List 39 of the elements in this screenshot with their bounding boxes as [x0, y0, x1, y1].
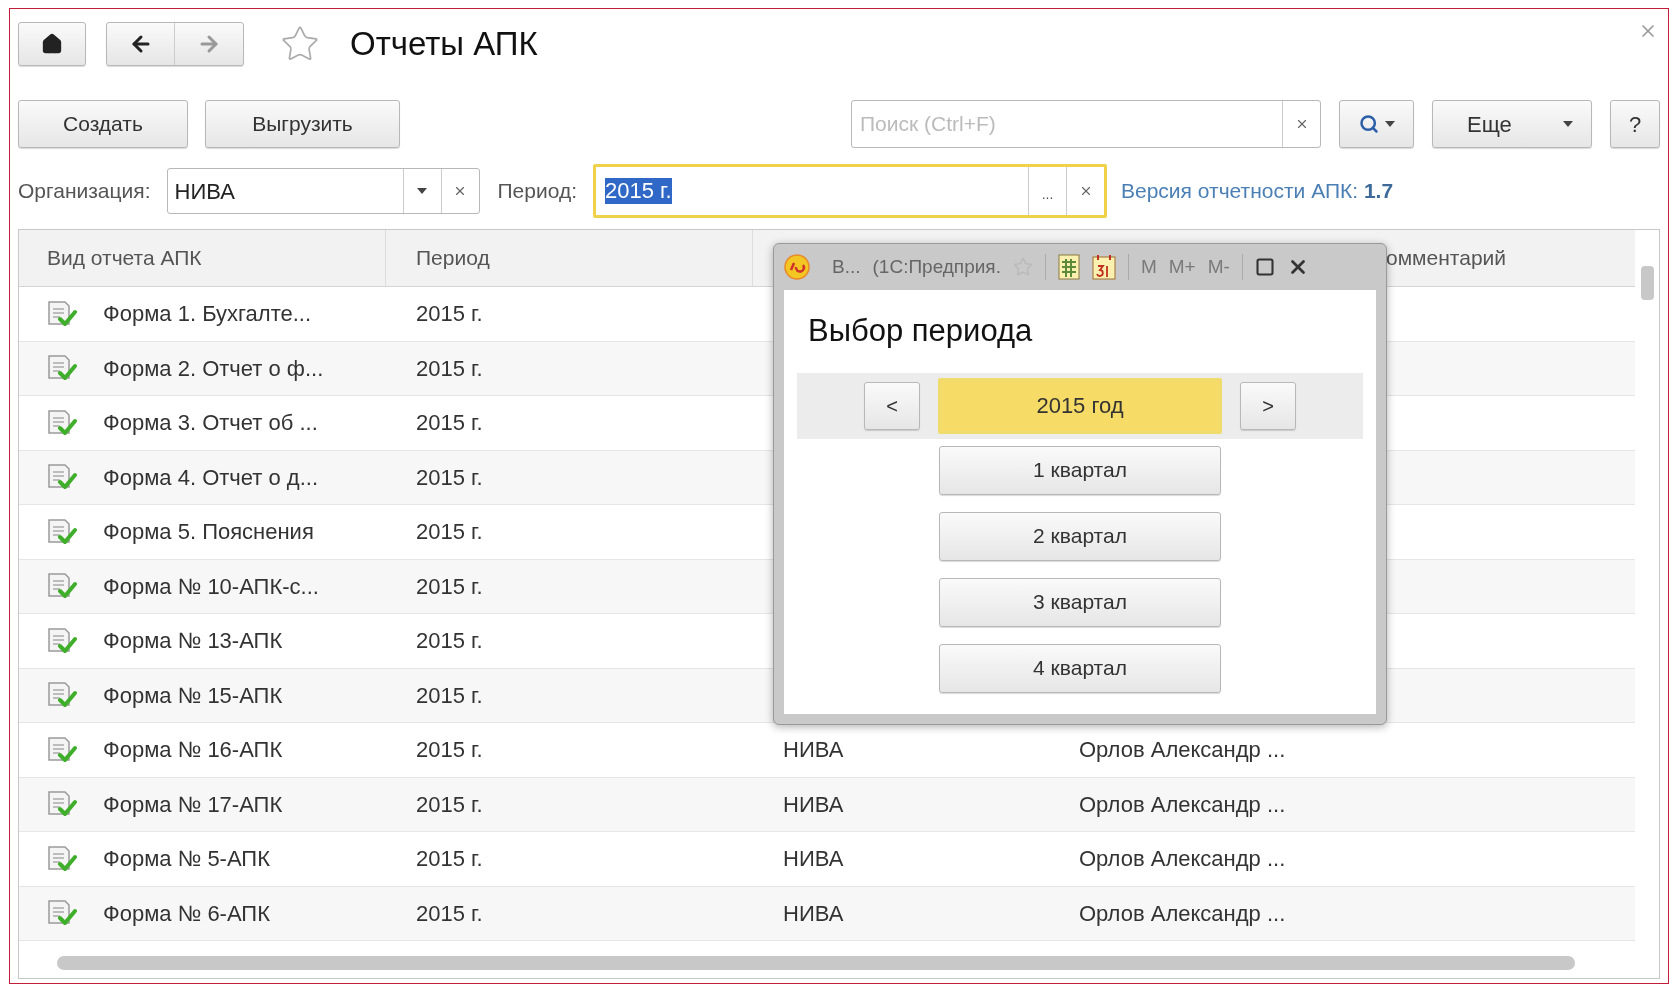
- table-cell-text: 2015 г.: [416, 463, 483, 492]
- table-cell-text: Форма 4. Отчет о д...: [103, 463, 318, 492]
- table-cell-text: 2015 г.: [416, 518, 483, 547]
- window-title: Отчеты АПК: [350, 24, 538, 65]
- table-cell-text: 2015 г.: [416, 354, 483, 383]
- table-cell-text: Форма 3. Отчет об ...: [103, 409, 318, 438]
- dialog-title: В...: [832, 254, 861, 279]
- table-cell-text: 2015 г.: [416, 899, 483, 928]
- table-cell-text: Форма № 17-АПК: [103, 790, 283, 819]
- table-cell-text: Форма № 5-АПК: [103, 845, 270, 874]
- table-cell-text: НИВА: [783, 736, 844, 765]
- table-cell-text: Форма № 13-АПК: [103, 627, 283, 656]
- table-cell-text: Форма № 16-АПК: [103, 736, 283, 765]
- dialog-heading: Выбор периода: [808, 312, 1033, 350]
- dialog-app-name: (1С:Предприя.: [872, 254, 1001, 279]
- table-cell-text: Форма № 10-АПК-с...: [103, 572, 319, 601]
- period-value: 2015 г.: [605, 178, 672, 204]
- table-cell-text: НИВА: [783, 845, 844, 874]
- table-cell-text: Форма 1. Бухгалте...: [103, 300, 312, 329]
- table-cell-text: Форма № 6-АПК: [103, 899, 270, 928]
- table-cell-text: НИВА: [783, 899, 844, 928]
- table-cell-text: Форма 5. Пояснения: [103, 518, 314, 547]
- table-cell-text: 2015 г.: [416, 409, 483, 438]
- table-cell-text: 2015 г.: [416, 681, 483, 710]
- table-cell-text: 2015 г.: [416, 790, 483, 819]
- table-cell-text: Форма 2. Отчет о ф...: [103, 354, 324, 383]
- field-label: Организация:: [18, 178, 151, 205]
- table-cell-text: 2015 г.: [416, 300, 483, 329]
- table-cell-text: Орлов Александр ...: [1079, 736, 1286, 765]
- table-cell-text: НИВА: [783, 790, 844, 819]
- table-cell-text: Орлов Александр ...: [1079, 899, 1286, 928]
- table-cell-text: 2015 г.: [416, 572, 483, 601]
- table-cell-text: 2015 г.: [416, 627, 483, 656]
- table-cell-text: Орлов Александр ...: [1079, 790, 1286, 819]
- field-label: Период:: [497, 178, 577, 205]
- table-cell-text: Орлов Александр ...: [1079, 845, 1286, 874]
- table-cell-text: 2015 г.: [416, 736, 483, 765]
- table-cell-text: Форма № 15-АПК: [103, 681, 283, 710]
- table-cell-text: 2015 г.: [416, 845, 483, 874]
